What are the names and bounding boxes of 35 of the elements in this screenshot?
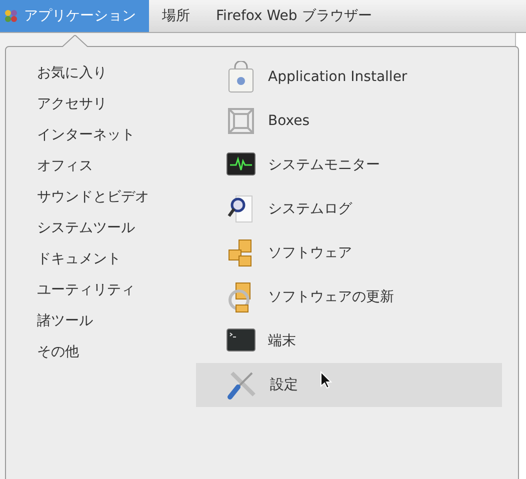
app-item[interactable]: システムモニター [196, 143, 502, 187]
app-label: ソフトウェアの更新 [268, 288, 394, 306]
top-bar-menu[interactable]: 場所 [149, 0, 203, 32]
app-label: ソフトウェア [268, 244, 352, 262]
category-item[interactable]: オフィス [37, 157, 196, 188]
frame-icon [226, 106, 256, 136]
app-grid-icon [4, 9, 18, 23]
monitor-icon [226, 152, 256, 178]
category-item[interactable]: ドキュメント [37, 250, 196, 281]
app-label: Application Installer [268, 69, 408, 85]
category-item[interactable]: 諸ツール [37, 312, 196, 343]
category-item[interactable]: アクセサリ [37, 95, 196, 126]
app-item[interactable]: 端末 [196, 319, 502, 363]
category-item[interactable]: ユーティリティ [37, 281, 196, 312]
category-item[interactable]: その他 [37, 343, 196, 374]
app-item[interactable]: Boxes [196, 99, 502, 143]
app-item[interactable]: ソフトウェアの更新 [196, 275, 502, 319]
mouse-pointer-icon [320, 371, 332, 389]
app-item[interactable]: Application Installer [196, 55, 502, 99]
shopping-bag-icon [226, 61, 256, 93]
app-label: システムログ [268, 200, 352, 218]
app-label: 設定 [270, 376, 298, 394]
terminal-icon [226, 328, 256, 354]
category-item[interactable]: サウンドとビデオ [37, 188, 196, 219]
tools-icon [226, 369, 258, 401]
app-item[interactable]: 設定 [196, 363, 502, 407]
app-item[interactable]: ソフトウェア [196, 231, 502, 275]
top-bar-menu[interactable]: Firefox Web ブラウザー [203, 0, 385, 32]
app-label: システムモニター [268, 156, 380, 174]
category-item[interactable]: インターネット [37, 126, 196, 157]
category-item[interactable]: お気に入り [37, 64, 196, 95]
app-label: 端末 [268, 332, 296, 350]
app-label: Boxes [268, 113, 310, 129]
category-item[interactable]: システムツール [37, 219, 196, 250]
app-item[interactable]: システムログ [196, 187, 502, 231]
